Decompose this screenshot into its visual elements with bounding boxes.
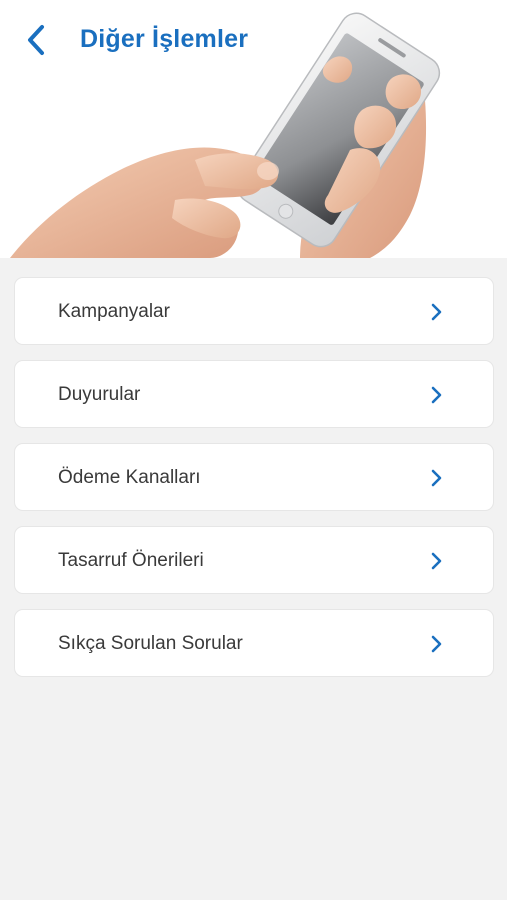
back-button[interactable] (14, 18, 58, 62)
menu-item-duyurular[interactable]: Duyurular (14, 360, 494, 428)
menu-item-label: Sıkça Sorulan Sorular (58, 633, 243, 654)
menu-item-label: Tasarruf Önerileri (58, 550, 204, 571)
chevron-right-icon (431, 303, 442, 321)
menu-item-sikca-sorulan-sorular[interactable]: Sıkça Sorulan Sorular (14, 609, 494, 677)
chevron-right-icon (431, 386, 442, 404)
chevron-right-icon (431, 469, 442, 487)
page-title: Diğer İşlemler (80, 25, 249, 53)
menu-item-tasarruf-onerileri[interactable]: Tasarruf Önerileri (14, 526, 494, 594)
menu-list: Kampanyalar Duyurular Ödeme Kanalları Ta… (14, 277, 494, 692)
chevron-right-icon (431, 552, 442, 570)
menu-item-label: Ödeme Kanalları (58, 467, 201, 488)
chevron-left-icon (28, 25, 44, 55)
header: Diğer İşlemler (0, 0, 507, 258)
hands-holding-phone-image (10, 12, 441, 258)
menu-item-odeme-kanallari[interactable]: Ödeme Kanalları (14, 443, 494, 511)
chevron-right-icon (431, 635, 442, 653)
menu-item-label: Kampanyalar (58, 301, 170, 322)
menu-item-kampanyalar[interactable]: Kampanyalar (14, 277, 494, 345)
menu-item-label: Duyurular (58, 384, 141, 405)
